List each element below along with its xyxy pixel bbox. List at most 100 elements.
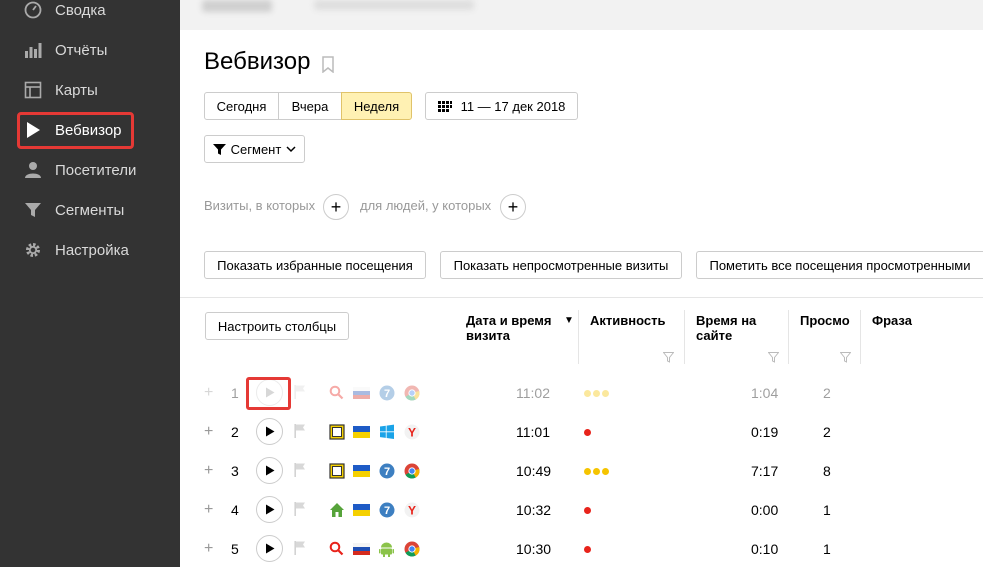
flag-icon[interactable] [294,541,306,560]
blurred-counter-url [314,0,474,10]
gauge-icon [24,1,42,19]
column-header-datetime[interactable]: Дата и время визита [466,313,556,343]
column-separator [860,310,861,364]
internal-traffic-icon [328,501,345,518]
yandex-browser-icon: Y [403,423,420,440]
sort-desc-icon[interactable]: ▼ [564,313,574,328]
play-icon [265,426,274,437]
visit-meta-icons: Y [328,423,420,440]
visit-meta-icons: 7 [328,462,420,479]
period-today-button[interactable]: Сегодня [204,92,279,120]
visit-duration: 0:10 [751,541,779,557]
table-row[interactable]: + 4 7 Y 10:32 0:00 1 [180,490,983,529]
direct-traffic-icon [328,462,345,479]
activity-indicator [584,429,591,436]
calendar-icon [437,100,452,112]
sidebar-item-visitors[interactable]: Посетители [0,150,180,190]
expand-row-button[interactable]: + [204,540,213,558]
add-people-condition-button[interactable]: + [500,194,526,220]
filter-icon [24,201,42,219]
funnel-icon[interactable] [662,350,675,368]
show-unviewed-button[interactable]: Показать непросмотренные визиты [440,251,682,279]
play-recording-button[interactable] [256,418,283,445]
visit-time: 10:49 [516,463,552,479]
page-views: 2 [823,424,831,440]
sidebar-item-label: Настройка [55,241,129,259]
column-separator [788,310,789,364]
activity-dot [593,468,600,475]
show-favorites-button[interactable]: Показать избранные посещения [204,251,426,279]
svg-text:7: 7 [383,505,389,517]
segment-button[interactable]: Сегмент [204,135,305,163]
column-header-time-on-site[interactable]: Время на сайте [696,313,776,343]
expand-row-button[interactable]: + [204,423,213,441]
highlight-box [17,112,134,149]
visit-meta-icons: 7 Y [328,501,420,518]
page-views: 1 [823,541,831,557]
page-title: Вебвизор [204,48,311,75]
yandex-browser-icon: Y [403,501,420,518]
sidebar-item-summary[interactable]: Сводка [0,0,180,30]
flag-icon[interactable] [294,385,306,404]
expand-row-button[interactable]: + [204,462,213,480]
period-yesterday-button[interactable]: Вчера [278,92,342,120]
play-recording-button[interactable] [256,535,283,562]
play-recording-button[interactable] [256,496,283,523]
sidebar-item-segments[interactable]: Сегменты [0,190,180,230]
sidebar-item-settings[interactable]: Настройка [0,230,180,270]
activity-dot [602,468,609,475]
chrome-icon [403,462,420,479]
flag-icon[interactable] [294,424,306,443]
funnel-icon[interactable] [767,350,780,368]
table-row[interactable]: + 1 7 11:02 1:04 2 [180,373,983,412]
add-visit-condition-button[interactable]: + [323,194,349,220]
column-header-phrase[interactable]: Фраза [872,313,912,328]
visit-meta-icons: 7 [328,384,420,401]
expand-row-button[interactable]: + [204,384,213,402]
configure-columns-button[interactable]: Настроить столбцы [205,312,349,340]
table-row[interactable]: + 3 7 10:49 7:17 8 [180,451,983,490]
bar-chart-icon [24,41,42,59]
row-number: 1 [231,385,239,401]
visit-duration: 0:00 [751,502,779,518]
activity-indicator [584,390,609,397]
windows7-icon: 7 [378,462,395,479]
table-row[interactable]: + 2 Y 11:01 0:19 2 [180,412,983,451]
mark-all-viewed-button[interactable]: Пометить все посещения просмотренными [696,251,983,279]
activity-dot [602,390,609,397]
sidebar-item-label: Карты [55,81,98,99]
divider [180,297,983,298]
highlight-box [246,377,291,410]
bookmark-icon[interactable] [321,56,335,78]
column-header-views[interactable]: Просмо [800,313,850,328]
date-range-button[interactable]: 11 — 17 дек 2018 [425,92,578,120]
top-bar [180,0,983,30]
chrome-icon [403,540,420,557]
funnel-icon[interactable] [839,350,852,368]
gear-icon [24,241,42,259]
search-engine-icon [328,540,345,557]
expand-row-button[interactable]: + [204,501,213,519]
column-header-activity[interactable]: Активность [590,313,665,328]
visit-time: 11:02 [516,385,550,401]
sidebar-item-label: Отчёты [55,41,108,59]
play-icon [265,465,274,476]
column-separator [684,310,685,364]
flag-icon[interactable] [294,463,306,482]
activity-dot [593,390,600,397]
sidebar-item-reports[interactable]: Отчёты [0,30,180,70]
android-icon [378,540,395,557]
activity-dot [584,390,591,397]
russia-flag-icon [353,540,370,557]
chevron-down-icon [286,145,296,153]
table-row[interactable]: + 5 10:30 0:10 1 [180,529,983,567]
people-filter-label: для людей, у которых [360,198,492,213]
russia-flag-icon [353,384,370,401]
sidebar-item-maps[interactable]: Карты [0,70,180,110]
windows7-icon: 7 [378,384,395,401]
play-recording-button[interactable] [256,457,283,484]
period-week-button[interactable]: Неделя [341,92,412,120]
ukraine-flag-icon [353,462,370,479]
person-icon [24,161,42,179]
flag-icon[interactable] [294,502,306,521]
